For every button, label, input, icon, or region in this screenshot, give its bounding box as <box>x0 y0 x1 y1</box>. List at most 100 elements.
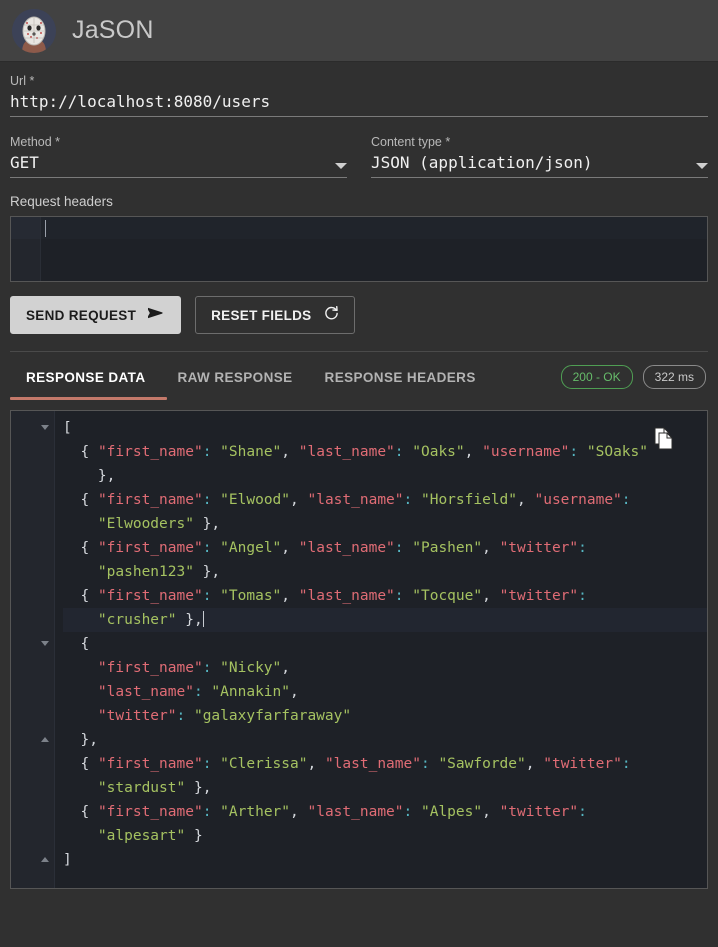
json-token: "SOaks" <box>586 444 648 460</box>
response-time-badge: 322 ms <box>642 365 706 389</box>
json-line: { <box>63 632 707 656</box>
json-token: "Alpes" <box>420 804 483 820</box>
json-token: "last_name" <box>298 540 395 556</box>
json-token: { <box>80 588 98 604</box>
json-token: "crusher" <box>97 612 177 628</box>
json-token: "username" <box>534 492 622 508</box>
copy-icon[interactable] <box>651 427 673 451</box>
json-token: : <box>394 444 404 460</box>
fold-collapse-icon[interactable] <box>41 425 49 430</box>
json-token: : <box>578 540 587 556</box>
json-token: , <box>464 444 483 460</box>
json-token: : <box>193 684 203 700</box>
json-token: "first_name" <box>97 588 203 604</box>
json-token: : <box>176 708 186 724</box>
editor-gutter <box>11 217 41 281</box>
request-headers-input[interactable] <box>41 217 707 281</box>
json-token: ] <box>63 852 72 868</box>
send-request-button[interactable]: SEND REQUEST <box>10 296 182 334</box>
json-token: "Angel" <box>220 540 282 556</box>
editor-active-line <box>41 217 707 239</box>
json-token: , <box>281 444 299 460</box>
json-token: "Arther" <box>220 804 291 820</box>
fold-collapse-icon[interactable] <box>41 641 49 646</box>
json-line: "first_name": "Nicky", <box>63 656 707 680</box>
method-underline <box>10 177 347 178</box>
json-token: "last_name" <box>97 684 194 700</box>
json-token: "username" <box>482 444 570 460</box>
json-token: { <box>80 804 98 820</box>
url-field[interactable]: Url * http://localhost:8080/users <box>10 74 708 117</box>
json-token: }, <box>97 468 116 484</box>
json-token: "last_name" <box>298 588 395 604</box>
json-token: "twitter" <box>499 588 579 604</box>
json-token: "Annakin" <box>211 684 290 700</box>
request-headers-editor[interactable] <box>10 216 708 282</box>
json-token: }, <box>193 564 221 580</box>
text-cursor <box>202 611 204 627</box>
json-line: "stardust" }, <box>63 776 707 800</box>
json-line: "alpesart" } <box>63 824 707 848</box>
json-token: , <box>525 756 544 772</box>
method-select[interactable]: Method * GET <box>10 135 347 178</box>
json-token: } <box>185 828 203 844</box>
json-token: , <box>290 492 308 508</box>
json-token: "first_name" <box>97 492 203 508</box>
json-token: "first_name" <box>97 540 203 556</box>
fold-expand-icon[interactable] <box>41 857 49 862</box>
reset-fields-button[interactable]: RESET FIELDS <box>195 296 355 334</box>
chevron-down-icon[interactable] <box>335 163 347 169</box>
json-line: "pashen123" }, <box>63 560 707 584</box>
url-input[interactable]: http://localhost:8080/users <box>10 92 708 116</box>
url-label: Url * <box>10 74 35 88</box>
json-token: }, <box>176 612 203 628</box>
app-title: JaSON <box>72 16 154 44</box>
response-tabs: RESPONSE DATA RAW RESPONSE RESPONSE HEAD… <box>0 354 718 400</box>
method-value[interactable]: GET <box>10 153 39 177</box>
tab-raw-response[interactable]: RAW RESPONSE <box>161 354 308 400</box>
json-token: "twitter" <box>499 540 579 556</box>
json-token: : <box>394 588 404 604</box>
status-badge: 200 - OK <box>560 365 633 389</box>
response-gutter[interactable] <box>11 411 55 888</box>
method-contenttype-row: Method * GET Content type * JSON (applic… <box>10 135 708 178</box>
content-type-select[interactable]: Content type * JSON (application/json) <box>371 135 708 178</box>
json-token: "twitter" <box>97 708 177 724</box>
json-token: "twitter" <box>499 804 579 820</box>
response-json-viewer[interactable]: [ { "first_name": "Shane", "last_name": … <box>55 411 707 888</box>
json-token: "Elwood" <box>220 492 291 508</box>
request-headers-label: Request headers <box>10 194 113 209</box>
json-line: { "first_name": "Elwood", "last_name": "… <box>63 488 707 512</box>
fold-expand-icon[interactable] <box>41 737 49 742</box>
json-line: { "first_name": "Angel", "last_name": "P… <box>63 536 707 560</box>
content-type-value[interactable]: JSON (application/json) <box>371 153 593 177</box>
json-token: : <box>569 444 579 460</box>
send-request-label: SEND REQUEST <box>26 307 137 323</box>
json-token: : <box>403 804 413 820</box>
json-token: , <box>281 588 299 604</box>
json-line: { "first_name": "Tomas", "last_name": "T… <box>63 584 707 608</box>
json-token: , <box>482 540 500 556</box>
json-token: "pashen123" <box>97 564 194 580</box>
response-badges: 200 - OK 322 ms <box>560 365 708 389</box>
json-token: { <box>80 756 98 772</box>
hockey-mask-avatar <box>12 8 56 53</box>
json-token: : <box>578 804 587 820</box>
tab-response-data[interactable]: RESPONSE DATA <box>10 354 161 400</box>
json-line: }, <box>63 728 707 752</box>
method-label: Method * <box>10 135 61 149</box>
json-token: "galaxyfarfaraway" <box>193 708 352 724</box>
chevron-down-icon[interactable] <box>696 163 708 169</box>
json-token: "first_name" <box>97 804 203 820</box>
json-token: : <box>403 492 413 508</box>
json-token: }, <box>80 732 98 748</box>
tab-response-headers[interactable]: RESPONSE HEADERS <box>309 354 492 400</box>
json-token: "first_name" <box>97 444 203 460</box>
